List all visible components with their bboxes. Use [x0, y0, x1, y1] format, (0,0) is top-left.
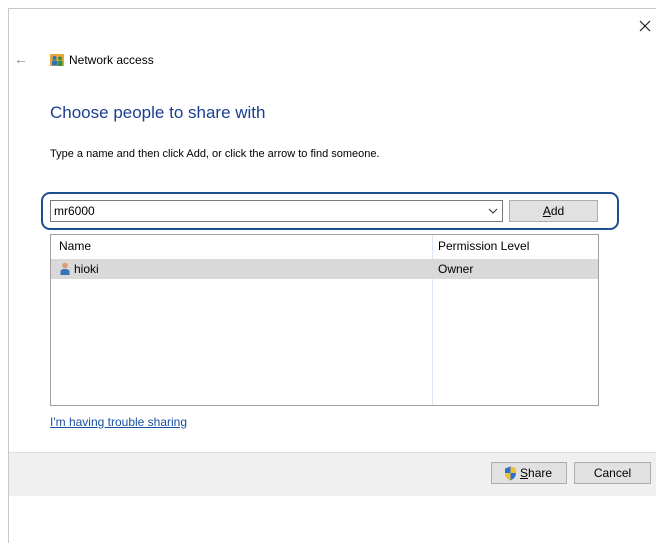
add-label-rest: dd: [550, 204, 565, 218]
trouble-sharing-link[interactable]: I'm having trouble sharing: [50, 415, 187, 429]
column-header-name[interactable]: Name: [59, 239, 91, 253]
add-button[interactable]: Add: [509, 200, 598, 222]
share-label: Share: [520, 466, 552, 480]
share-accel: S: [520, 466, 529, 480]
sharing-list[interactable]: Name Permission Level hioki Owner: [50, 234, 599, 406]
window-title: Network access: [69, 53, 154, 67]
page-heading: Choose people to share with: [50, 103, 266, 122]
row-name: hioki: [74, 262, 99, 276]
chevron-down-icon[interactable]: [488, 206, 498, 216]
user-icon: [60, 262, 70, 275]
row-permission[interactable]: Owner: [438, 262, 473, 276]
share-button[interactable]: Share: [491, 462, 567, 484]
column-header-permission[interactable]: Permission Level: [438, 239, 529, 253]
share-label-rest: hare: [528, 466, 553, 480]
uac-shield-icon: [505, 466, 516, 481]
name-input[interactable]: [54, 201, 474, 221]
name-combobox[interactable]: [50, 200, 503, 222]
cancel-button[interactable]: Cancel: [574, 462, 651, 484]
back-arrow-icon[interactable]: ←: [14, 52, 28, 66]
add-accel: A: [542, 204, 551, 218]
network-users-icon: [50, 54, 64, 66]
close-icon[interactable]: [637, 18, 653, 34]
table-row[interactable]: hioki Owner: [51, 259, 598, 279]
instruction-text: Type a name and then click Add, or click…: [50, 148, 380, 160]
